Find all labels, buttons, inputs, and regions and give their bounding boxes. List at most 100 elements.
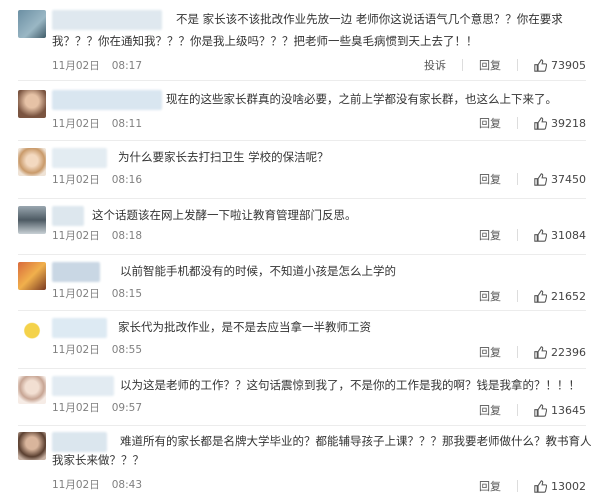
reply-button[interactable]: 回复 xyxy=(479,171,501,187)
thumbs-up-icon xyxy=(534,289,547,303)
thumbs-up-icon xyxy=(534,58,547,72)
comment-list: 不是 家长该不该批改作业先放一边 老师你这说话语气几个意思？？你在要求 我？？？… xyxy=(0,0,600,497)
reply-button[interactable]: 回复 xyxy=(479,402,501,418)
reply-button[interactable]: 回复 xyxy=(479,478,501,494)
username-blurred[interactable] xyxy=(52,376,114,396)
comment-text: 为什么要家长去打扫卫生 学校的保洁呢？ xyxy=(118,150,329,164)
comment-actions: 回复 39218 xyxy=(463,115,586,131)
avatar[interactable] xyxy=(18,90,46,118)
thumbs-up-icon xyxy=(534,479,547,493)
row-divider xyxy=(18,254,586,255)
comment-date: 11月02日 xyxy=(52,344,100,356)
comment-item: 家长代为批改作业，是不是去应当拿一半教师工资 11月02日 08:55 回复 22… xyxy=(0,318,600,362)
comment-date: 11月02日 xyxy=(52,479,100,491)
username-blurred[interactable] xyxy=(52,318,107,338)
username-blurred[interactable] xyxy=(52,206,84,226)
avatar[interactable] xyxy=(18,262,46,290)
like-count: 22396 xyxy=(551,345,586,359)
comment-time: 08:18 xyxy=(111,230,142,242)
comment-time: 08:15 xyxy=(111,288,142,300)
divider xyxy=(517,290,518,302)
comment-time: 09:57 xyxy=(111,402,142,414)
thumbs-up-icon xyxy=(534,403,547,417)
like-button[interactable]: 22396 xyxy=(534,346,586,359)
like-button[interactable]: 73905 xyxy=(534,59,586,72)
like-count: 13645 xyxy=(551,403,586,417)
like-button[interactable]: 37450 xyxy=(534,173,586,186)
comment-text: 家长代为批改作业，是不是去应当拿一半教师工资 xyxy=(118,320,371,334)
row-divider xyxy=(18,198,586,199)
comment-item: 不是 家长该不该批改作业先放一边 老师你这说话语气几个意思？？你在要求 我？？？… xyxy=(0,10,600,76)
like-count: 39218 xyxy=(551,116,586,130)
comment-item: 现在的这些家长群真的没啥必要，之前上学都没有家长群，也这么上下来了。 11月02… xyxy=(0,90,600,134)
comment-date: 11月02日 xyxy=(52,118,100,130)
comment-item: 这个话题该在网上发酵一下啦让教育管理部门反思。 11月02日 08:18 回复 3… xyxy=(0,206,600,250)
comment-text: 现在的这些家长群真的没啥必要，之前上学都没有家长群，也这么上下来了。 xyxy=(166,92,557,106)
divider xyxy=(517,480,518,492)
comment-item: 难道所有的家长都是名牌大学毕业的？都能辅导孩子上课？？？那我要老师做什么？教书育… xyxy=(0,432,600,494)
comment-text: 以为这是老师的工作？？这句话震惊到我了，不是你的工作是我的啊？钱是我拿的？！！！ xyxy=(120,378,580,392)
like-button[interactable]: 21652 xyxy=(534,290,586,303)
thumbs-up-icon xyxy=(534,172,547,186)
like-button[interactable]: 13645 xyxy=(534,404,586,417)
comment-meta: 11月02日 09:57 xyxy=(52,400,142,415)
divider xyxy=(517,404,518,416)
row-divider xyxy=(18,80,586,81)
row-divider xyxy=(18,425,586,426)
row-divider xyxy=(18,368,586,369)
like-count: 31084 xyxy=(551,228,586,242)
thumbs-up-icon xyxy=(534,116,547,130)
comment-meta: 11月02日 08:55 xyxy=(52,342,142,357)
username-blurred[interactable] xyxy=(52,90,162,110)
report-button[interactable]: 投诉 xyxy=(424,57,446,73)
reply-button[interactable]: 回复 xyxy=(479,115,501,131)
comment-date: 11月02日 xyxy=(52,174,100,186)
like-button[interactable]: 39218 xyxy=(534,117,586,130)
row-divider xyxy=(18,140,586,141)
comment-meta: 11月02日 08:15 xyxy=(52,286,142,301)
divider xyxy=(517,117,518,129)
avatar[interactable] xyxy=(18,376,46,404)
comment-text-line2: 我？？？你在通知我？？？你是我上级吗？？？把老师一些臭毛病惯到天上去了！！ xyxy=(52,34,478,48)
comment-time: 08:16 xyxy=(111,174,142,186)
comment-item: 为什么要家长去打扫卫生 学校的保洁呢？ 11月02日 08:16 回复 37450 xyxy=(0,148,600,192)
row-divider xyxy=(18,310,586,311)
avatar[interactable] xyxy=(18,432,46,460)
comment-actions: 回复 21652 xyxy=(463,288,586,304)
comment-text-line1: 难道所有的家长都是名牌大学毕业的？都能辅导孩子上课？？？那我要老师做什么？教书育… xyxy=(120,434,592,448)
comment-text-line1: 不是 家长该不该批改作业先放一边 老师你这说话语气几个意思？？你在要求 xyxy=(176,12,563,26)
comment-time: 08:17 xyxy=(111,60,142,72)
comment-time: 08:11 xyxy=(111,118,142,130)
reply-button[interactable]: 回复 xyxy=(479,227,501,243)
comment-actions: 投诉 回复 73905 xyxy=(408,57,586,73)
username-blurred[interactable] xyxy=(52,148,107,168)
comment-date: 11月02日 xyxy=(52,288,100,300)
reply-button[interactable]: 回复 xyxy=(479,344,501,360)
avatar[interactable] xyxy=(18,148,46,176)
comment-meta: 11月02日 08:17 xyxy=(52,58,142,73)
comment-time: 08:43 xyxy=(111,479,142,491)
comment-actions: 回复 31084 xyxy=(463,227,586,243)
like-button[interactable]: 13002 xyxy=(534,480,586,493)
reply-button[interactable]: 回复 xyxy=(479,288,501,304)
comment-text-line2: 我家长来做？？？ xyxy=(52,453,144,467)
comment-meta: 11月02日 08:16 xyxy=(52,172,142,187)
avatar[interactable] xyxy=(18,206,46,234)
comment-text: 这个话题该在网上发酵一下啦让教育管理部门反思。 xyxy=(92,208,357,222)
username-blurred[interactable] xyxy=(52,10,162,30)
like-button[interactable]: 31084 xyxy=(534,229,586,242)
like-count: 37450 xyxy=(551,172,586,186)
comment-meta: 11月02日 08:43 xyxy=(52,477,142,492)
username-blurred[interactable] xyxy=(52,432,107,452)
reply-button[interactable]: 回复 xyxy=(479,57,501,73)
comment-actions: 回复 13002 xyxy=(463,478,586,494)
comment-meta: 11月02日 08:18 xyxy=(52,228,142,243)
like-count: 13002 xyxy=(551,479,586,493)
username-blurred[interactable] xyxy=(52,262,100,282)
comment-actions: 回复 22396 xyxy=(463,344,586,360)
avatar[interactable] xyxy=(18,318,46,346)
avatar[interactable] xyxy=(18,10,46,38)
divider xyxy=(517,173,518,185)
thumbs-up-icon xyxy=(534,228,547,242)
comment-actions: 回复 13645 xyxy=(463,402,586,418)
